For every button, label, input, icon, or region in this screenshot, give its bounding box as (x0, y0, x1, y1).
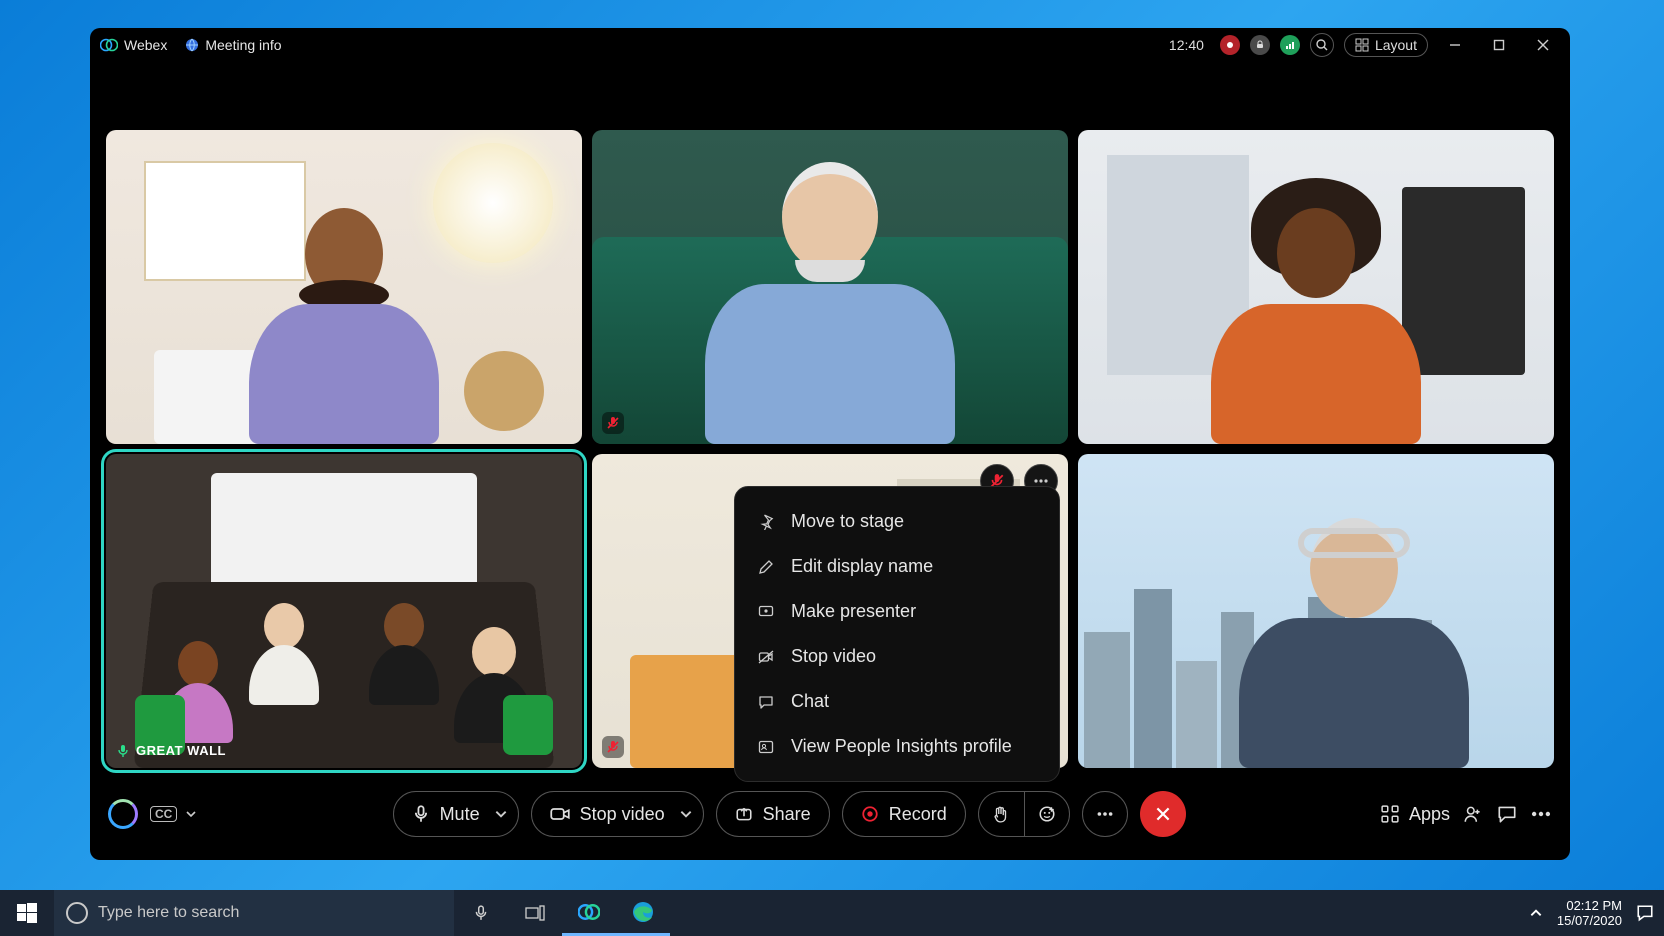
network-quality-icon[interactable] (1280, 35, 1300, 55)
profile-icon (757, 738, 775, 756)
hand-icon (992, 805, 1010, 823)
app-brand: Webex (100, 36, 167, 54)
mic-icon (412, 805, 430, 823)
muted-indicator (602, 412, 624, 434)
zoom-button[interactable] (1310, 33, 1334, 57)
minimize-button[interactable] (1438, 34, 1472, 56)
task-view-icon (525, 905, 545, 921)
record-icon (861, 805, 879, 823)
reactions-button[interactable] (1024, 791, 1070, 837)
participants-icon (1462, 803, 1484, 825)
share-icon (735, 805, 753, 823)
globe-icon (185, 38, 199, 52)
share-button[interactable]: Share (716, 791, 830, 837)
layout-button[interactable]: Layout (1344, 33, 1428, 57)
recording-indicator-icon[interactable] (1220, 35, 1240, 55)
search-placeholder: Type here to search (98, 904, 239, 922)
chevron-down-icon[interactable] (679, 807, 693, 821)
participant-label: GREAT WALL (116, 743, 226, 758)
mic-muted-icon (606, 416, 620, 430)
close-button[interactable] (1526, 34, 1560, 56)
chevron-down-icon (185, 808, 197, 820)
apps-icon (1381, 805, 1399, 823)
ctx-view-people-insights[interactable]: View People Insights profile (735, 724, 1059, 769)
participant-tile[interactable]: GREAT WALL (106, 454, 582, 768)
panels-more-button[interactable] (1530, 803, 1552, 825)
assistant-indicator-icon[interactable] (108, 799, 138, 829)
taskbar-search[interactable]: Type here to search (54, 890, 454, 936)
webex-window: Webex Meeting info 12:40 (90, 28, 1570, 860)
participant-tile[interactable] (592, 130, 1068, 444)
app-name-label: Webex (124, 37, 167, 53)
emoji-icon (1038, 805, 1056, 823)
webex-logo-icon (100, 36, 118, 54)
grid-icon (1355, 38, 1369, 52)
tray-chevron-up-icon[interactable] (1529, 906, 1543, 920)
taskbar-edge-button[interactable] (616, 890, 670, 936)
participants-panel-button[interactable] (1462, 803, 1484, 825)
record-button[interactable]: Record (842, 791, 966, 837)
mic-icon (473, 905, 489, 921)
camera-icon (550, 805, 570, 823)
meeting-info-button[interactable]: Meeting info (185, 37, 281, 53)
windows-taskbar: Type here to search 02:12 PM 15/07/2020 (0, 890, 1664, 936)
more-options-button[interactable] (1082, 791, 1128, 837)
elapsed-time: 12:40 (1169, 37, 1204, 53)
chevron-down-icon[interactable] (494, 807, 508, 821)
stop-video-button[interactable]: Stop video (531, 791, 704, 837)
pencil-icon (757, 558, 775, 576)
ctx-chat[interactable]: Chat (735, 679, 1059, 724)
ellipsis-icon (1096, 805, 1114, 823)
taskbar-webex-button[interactable] (562, 890, 616, 936)
layout-label: Layout (1375, 37, 1417, 53)
meeting-info-label: Meeting info (205, 37, 281, 53)
action-center-icon[interactable] (1636, 904, 1654, 922)
captions-button[interactable]: CC (150, 806, 197, 822)
chat-icon (1496, 803, 1518, 825)
ellipsis-icon (1530, 803, 1552, 825)
ctx-edit-display-name[interactable]: Edit display name (735, 544, 1059, 589)
chat-panel-button[interactable] (1496, 803, 1518, 825)
ctx-move-to-stage[interactable]: Move to stage (735, 499, 1059, 544)
close-icon (1154, 805, 1172, 823)
participant-context-menu: Move to stage Edit display name Make pre… (734, 486, 1060, 782)
ctx-stop-video[interactable]: Stop video (735, 634, 1059, 679)
camera-off-icon (757, 648, 775, 666)
pin-icon (757, 513, 775, 531)
task-view-button[interactable] (508, 890, 562, 936)
participant-tile[interactable] (1078, 130, 1554, 444)
participant-tile[interactable] (1078, 454, 1554, 768)
titlebar: Webex Meeting info 12:40 (90, 28, 1570, 62)
presenter-icon (757, 603, 775, 621)
end-call-button[interactable] (1140, 791, 1186, 837)
ctx-make-presenter[interactable]: Make presenter (735, 589, 1059, 634)
mic-on-icon (116, 744, 130, 758)
apps-button[interactable]: Apps (1381, 804, 1450, 825)
muted-indicator (602, 736, 624, 758)
taskbar-mic-button[interactable] (454, 890, 508, 936)
webex-logo-icon (578, 901, 600, 923)
cortana-icon (66, 902, 88, 924)
taskbar-clock[interactable]: 02:12 PM 15/07/2020 (1557, 898, 1622, 928)
participant-tile[interactable] (106, 130, 582, 444)
magnifier-icon (1315, 38, 1329, 52)
chat-icon (757, 693, 775, 711)
cc-icon: CC (150, 806, 177, 822)
start-button[interactable] (0, 890, 54, 936)
raise-hand-button[interactable] (978, 791, 1024, 837)
edge-icon (632, 901, 654, 923)
encryption-icon[interactable] (1250, 35, 1270, 55)
windows-logo-icon (17, 903, 37, 923)
mute-button[interactable]: Mute (393, 791, 519, 837)
maximize-button[interactable] (1482, 34, 1516, 56)
mic-muted-icon (606, 740, 620, 754)
